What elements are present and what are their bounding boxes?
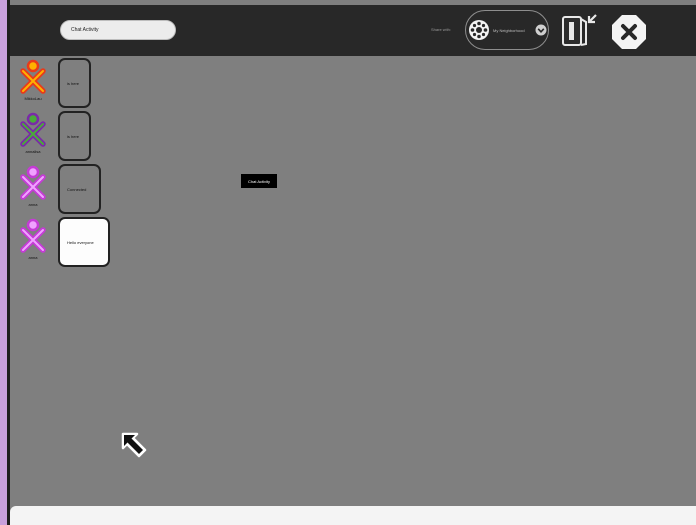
share-with-dropdown[interactable]: My Neighborhood (465, 10, 549, 50)
buddy-name: anna (28, 255, 38, 260)
chat-input-bar[interactable] (10, 506, 696, 525)
buddy-xo-icon (20, 59, 46, 94)
activity-title-input[interactable]: Chat Activity (60, 20, 176, 40)
activity-tooltip: Chat Activity (241, 174, 277, 188)
mouse-pointer-icon (121, 432, 147, 458)
buddy-name: anna (28, 202, 38, 207)
buddy-name: annalisa (25, 149, 41, 154)
chat-message-bubble: is here (58, 58, 91, 108)
chat-message-bubble: Connected (58, 164, 101, 214)
share-with-label: Share with: (431, 27, 452, 32)
buddy-xo-icon (20, 112, 46, 147)
buddy-xo-icon (20, 218, 46, 253)
share-with-value: My Neighborhood (493, 28, 525, 33)
activity-toolbar: Chat Activity Share with: My Neighborhoo… (10, 5, 696, 56)
stop-activity-icon[interactable] (611, 14, 647, 50)
buddy-xo-icon (20, 165, 46, 200)
chevron-down-icon (535, 24, 547, 36)
neighborhood-icon (469, 20, 489, 40)
activity-window: Chat Activity Share with: My Neighborhoo… (0, 0, 696, 525)
chat-message-bubble: is here (58, 111, 91, 161)
chat-message-bubble: Hello everyone (58, 217, 110, 267)
buddy-name: MikkoLau (24, 96, 42, 101)
keep-journal-icon[interactable] (560, 11, 600, 49)
chat-history: MikkoLau is here annalisa is here anna C… (0, 56, 696, 506)
